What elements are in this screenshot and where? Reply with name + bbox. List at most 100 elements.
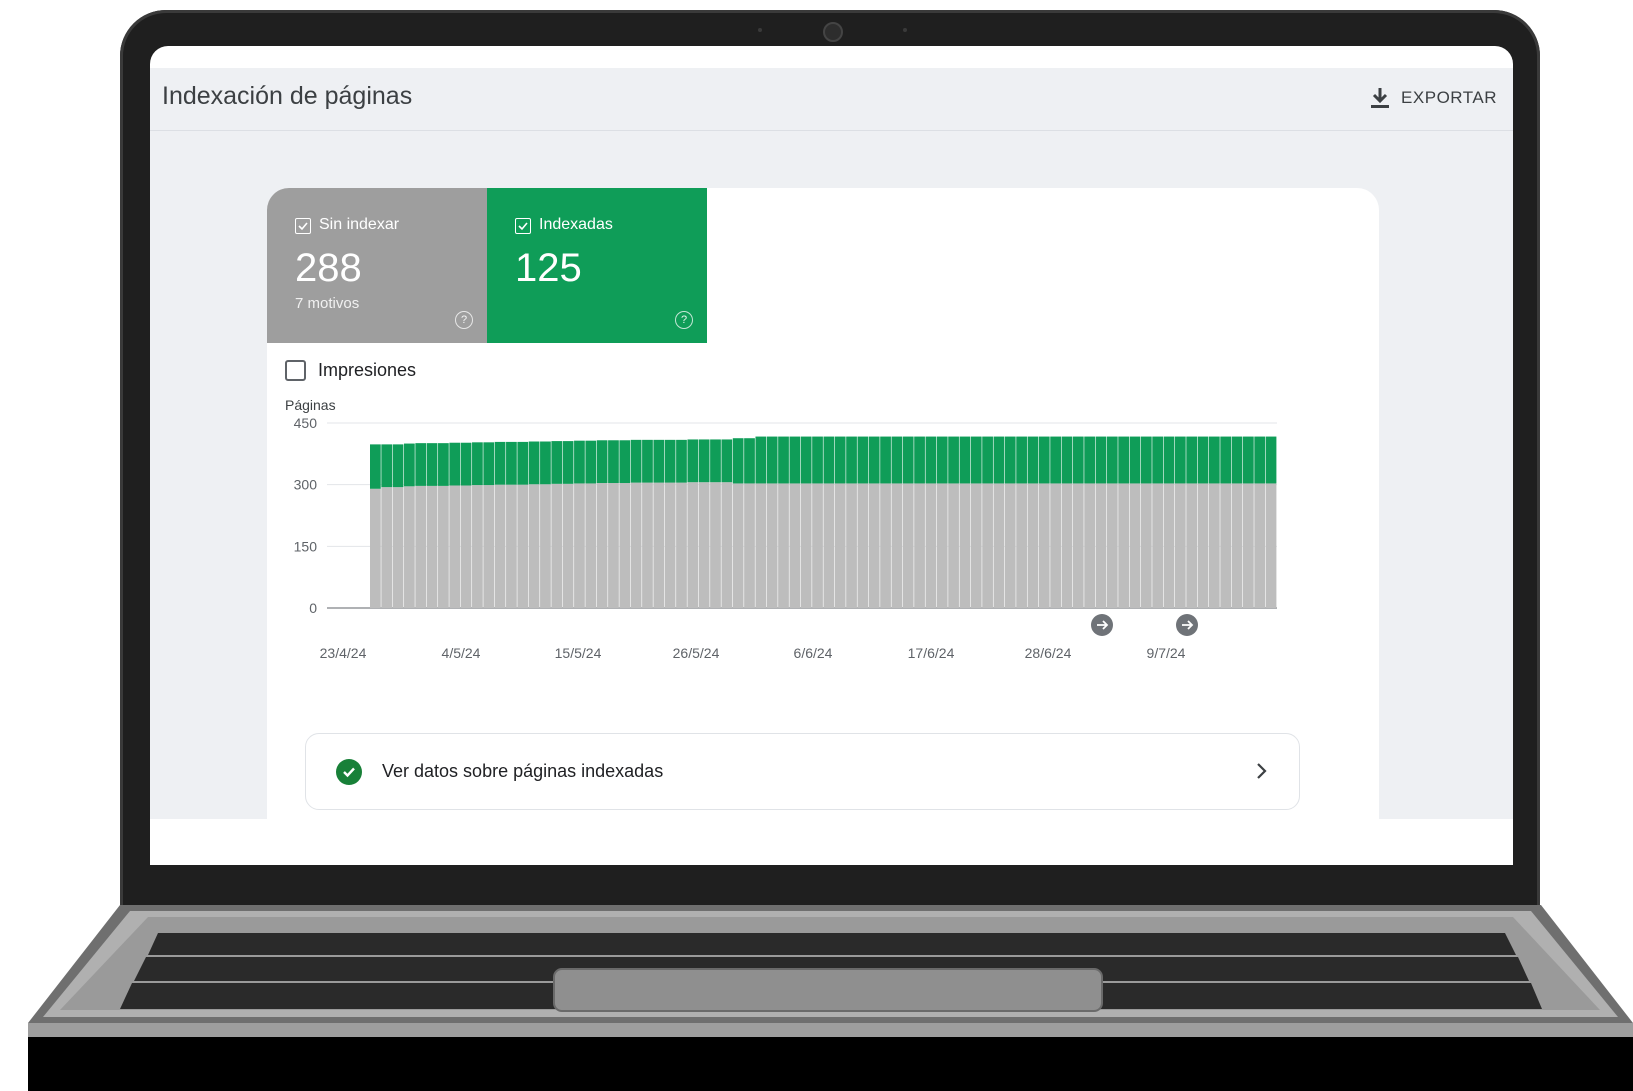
pages-chart: Páginas 450 300 150 0 23/4/24 4/5/24 15/5/24 26/… (285, 397, 1277, 661)
tile-label: Sin indexar (319, 216, 400, 233)
bar-indexed (846, 436, 857, 484)
bar-indexed (834, 436, 846, 484)
tile-indexed[interactable]: Indexadas 125 ? (487, 188, 707, 343)
bar-indexed (732, 438, 744, 484)
bar-not-indexed (1265, 483, 1277, 608)
bar-indexed (800, 436, 812, 484)
bar-not-indexed (710, 482, 721, 608)
bar-not-indexed (902, 483, 914, 608)
x-tick-label: 15/5/24 (555, 645, 602, 661)
bar-not-indexed (857, 483, 869, 608)
bar-indexed (1208, 436, 1220, 484)
bar-indexed (404, 443, 415, 487)
help-icon[interactable]: ? (455, 311, 473, 329)
y-tick-label: 300 (294, 477, 318, 493)
bar-not-indexed (676, 482, 687, 608)
bar-indexed (1027, 436, 1039, 484)
bar-not-indexed (1106, 483, 1118, 608)
bar-indexed (370, 444, 381, 489)
bar-not-indexed (800, 483, 812, 608)
bar-indexed (766, 436, 778, 484)
bar-indexed (914, 436, 925, 484)
bar-not-indexed (948, 483, 959, 608)
bar-not-indexed (370, 488, 381, 608)
bar-indexed (1095, 436, 1107, 484)
bar-not-indexed (619, 483, 631, 608)
bar-indexed (993, 436, 1005, 484)
bar-indexed (1072, 436, 1084, 484)
bar-indexed (619, 440, 631, 484)
x-tick-label: 28/6/24 (1025, 645, 1072, 661)
bar-indexed (438, 443, 449, 486)
bar-indexed (449, 442, 461, 486)
checkbox-checked-icon[interactable] (295, 218, 311, 234)
bar-not-indexed (993, 483, 1005, 608)
help-icon[interactable]: ? (675, 311, 693, 329)
bar-not-indexed (925, 483, 937, 608)
bar-not-indexed (1016, 483, 1027, 608)
bar-not-indexed (506, 484, 517, 608)
bar-indexed (1129, 436, 1141, 484)
laptop-screen: Indexación de páginas EXPORTAR Sin index… (150, 46, 1513, 865)
bar-not-indexed (426, 485, 438, 608)
bar-indexed (653, 439, 665, 483)
bar-indexed (1106, 436, 1118, 484)
x-tick-label: 23/4/24 (320, 645, 367, 661)
bar-not-indexed (1095, 483, 1107, 608)
bar-indexed (1163, 436, 1175, 484)
tile-not-indexed[interactable]: Sin indexar 288 7 motivos ? (267, 188, 487, 343)
bar-indexed (426, 443, 438, 486)
export-button[interactable]: EXPORTAR (1369, 78, 1497, 118)
bar-indexed (1231, 436, 1243, 484)
bar-not-indexed (1140, 483, 1152, 608)
bar-not-indexed (891, 483, 903, 608)
bar-not-indexed (1254, 483, 1266, 608)
y-tick-label: 150 (294, 538, 318, 554)
x-tick-label: 26/5/24 (673, 645, 720, 661)
bar-indexed (1016, 436, 1027, 484)
bar-indexed (778, 436, 789, 484)
bar-not-indexed (1242, 483, 1254, 608)
bar-indexed (880, 436, 891, 484)
bar-indexed (1050, 436, 1061, 484)
bar-indexed (460, 442, 472, 486)
x-tick-label: 9/7/24 (1147, 645, 1186, 661)
bar-not-indexed (1118, 483, 1130, 608)
bar-not-indexed (540, 484, 551, 608)
bar-not-indexed (460, 485, 472, 608)
bar-indexed (1265, 436, 1277, 484)
view-indexed-pages-link[interactable]: Ver datos sobre páginas indexadas (305, 733, 1300, 810)
bar-not-indexed (562, 483, 574, 608)
bar-indexed (630, 439, 642, 483)
bar-indexed (562, 441, 574, 484)
bar-indexed (948, 436, 959, 484)
bar-indexed (1186, 436, 1198, 484)
tile-subtitle: 7 motivos (295, 295, 360, 312)
bar-indexed (392, 444, 404, 488)
bar-not-indexed (653, 482, 665, 608)
x-tick-label: 6/6/24 (794, 645, 833, 661)
bar-indexed (902, 436, 914, 484)
bar-not-indexed (778, 483, 789, 608)
bar-not-indexed (732, 483, 744, 608)
bar-not-indexed (914, 483, 925, 608)
bar-indexed (676, 439, 687, 483)
bar-indexed (744, 438, 755, 484)
download-icon (1371, 88, 1390, 108)
bar-not-indexed (1186, 483, 1198, 608)
bar-indexed (551, 441, 563, 484)
bar-indexed (1004, 436, 1016, 484)
bar-indexed (982, 436, 993, 484)
bar-indexed (1038, 436, 1050, 484)
bar-indexed (687, 439, 699, 483)
bar-not-indexed (1220, 483, 1232, 608)
indexing-card: Sin indexar 288 7 motivos ? Indexadas 12… (267, 188, 1379, 851)
bar-not-indexed (528, 484, 540, 608)
bar-not-indexed (812, 483, 823, 608)
bar-not-indexed (449, 485, 461, 608)
bar-not-indexed (880, 483, 891, 608)
impressions-checkbox[interactable] (285, 360, 306, 381)
checkbox-checked-icon[interactable] (515, 218, 531, 234)
impressions-toggle[interactable]: Impresiones (285, 360, 416, 381)
bar-not-indexed (517, 484, 529, 608)
